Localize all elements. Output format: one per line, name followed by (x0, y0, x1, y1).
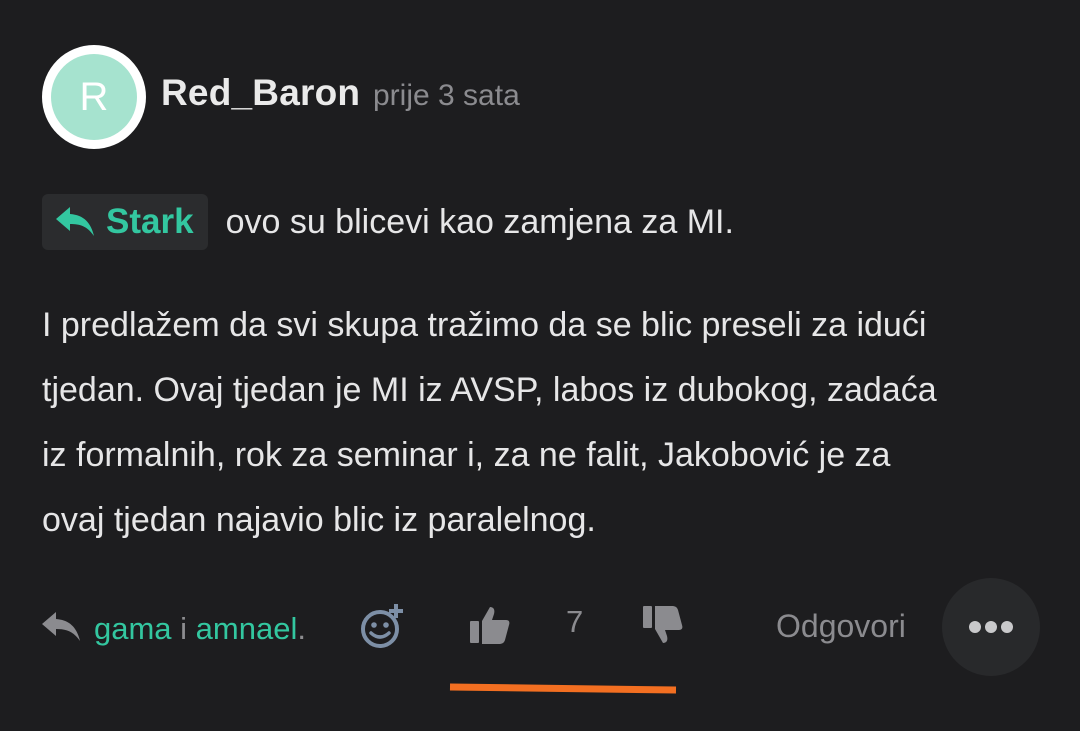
timestamp: prije 3 sata (373, 79, 520, 112)
reactor-link-amnael[interactable]: amnael (196, 611, 298, 646)
more-dots-icon (969, 621, 1013, 633)
thumbs-up-icon[interactable] (468, 603, 512, 647)
reply-to-line: Stark ovo su blicevi kao zamjena za MI. (42, 194, 734, 250)
comment-card: R Red_Baron prije 3 sata Stark ovo su bl… (0, 0, 1080, 731)
reactor-end: . (297, 611, 306, 646)
reactor-link-gama[interactable]: gama (94, 611, 172, 646)
avatar-letter: R (51, 54, 137, 140)
avatar[interactable]: R (42, 45, 146, 149)
thumbs-down-icon[interactable] (641, 603, 685, 647)
more-options-button[interactable] (942, 578, 1040, 676)
reply-button[interactable]: Odgovori (776, 608, 906, 645)
reply-arrow-icon (42, 612, 80, 641)
comment-body-line: tjedan. Ovaj tjedan je MI iz AVSP, labos… (42, 371, 937, 409)
comment-body-line: iz formalnih, rok za seminar i, za ne fa… (42, 436, 891, 474)
reactors-text: gama i amnael. (94, 611, 306, 647)
reply-to-chip[interactable]: Stark (42, 194, 208, 250)
comment-body-line: ovaj tjedan najavio blic iz paralelnog. (42, 501, 596, 539)
reply-to-text: ovo su blicevi kao zamjena za MI. (225, 202, 734, 241)
comment-body-line: I predlažem da svi skupa tražimo da se b… (42, 306, 927, 344)
reply-arrow-icon (56, 207, 94, 236)
author-name[interactable]: Red_Baron (161, 72, 360, 114)
reactor-separator: i (171, 611, 196, 646)
reply-to-username: Stark (106, 202, 194, 241)
comment-body: I predlažem da svi skupa tražimo da se b… (42, 293, 1052, 553)
highlight-underline (449, 683, 677, 694)
emoji-add-icon[interactable] (358, 602, 408, 652)
vote-score: 7 (566, 604, 584, 639)
